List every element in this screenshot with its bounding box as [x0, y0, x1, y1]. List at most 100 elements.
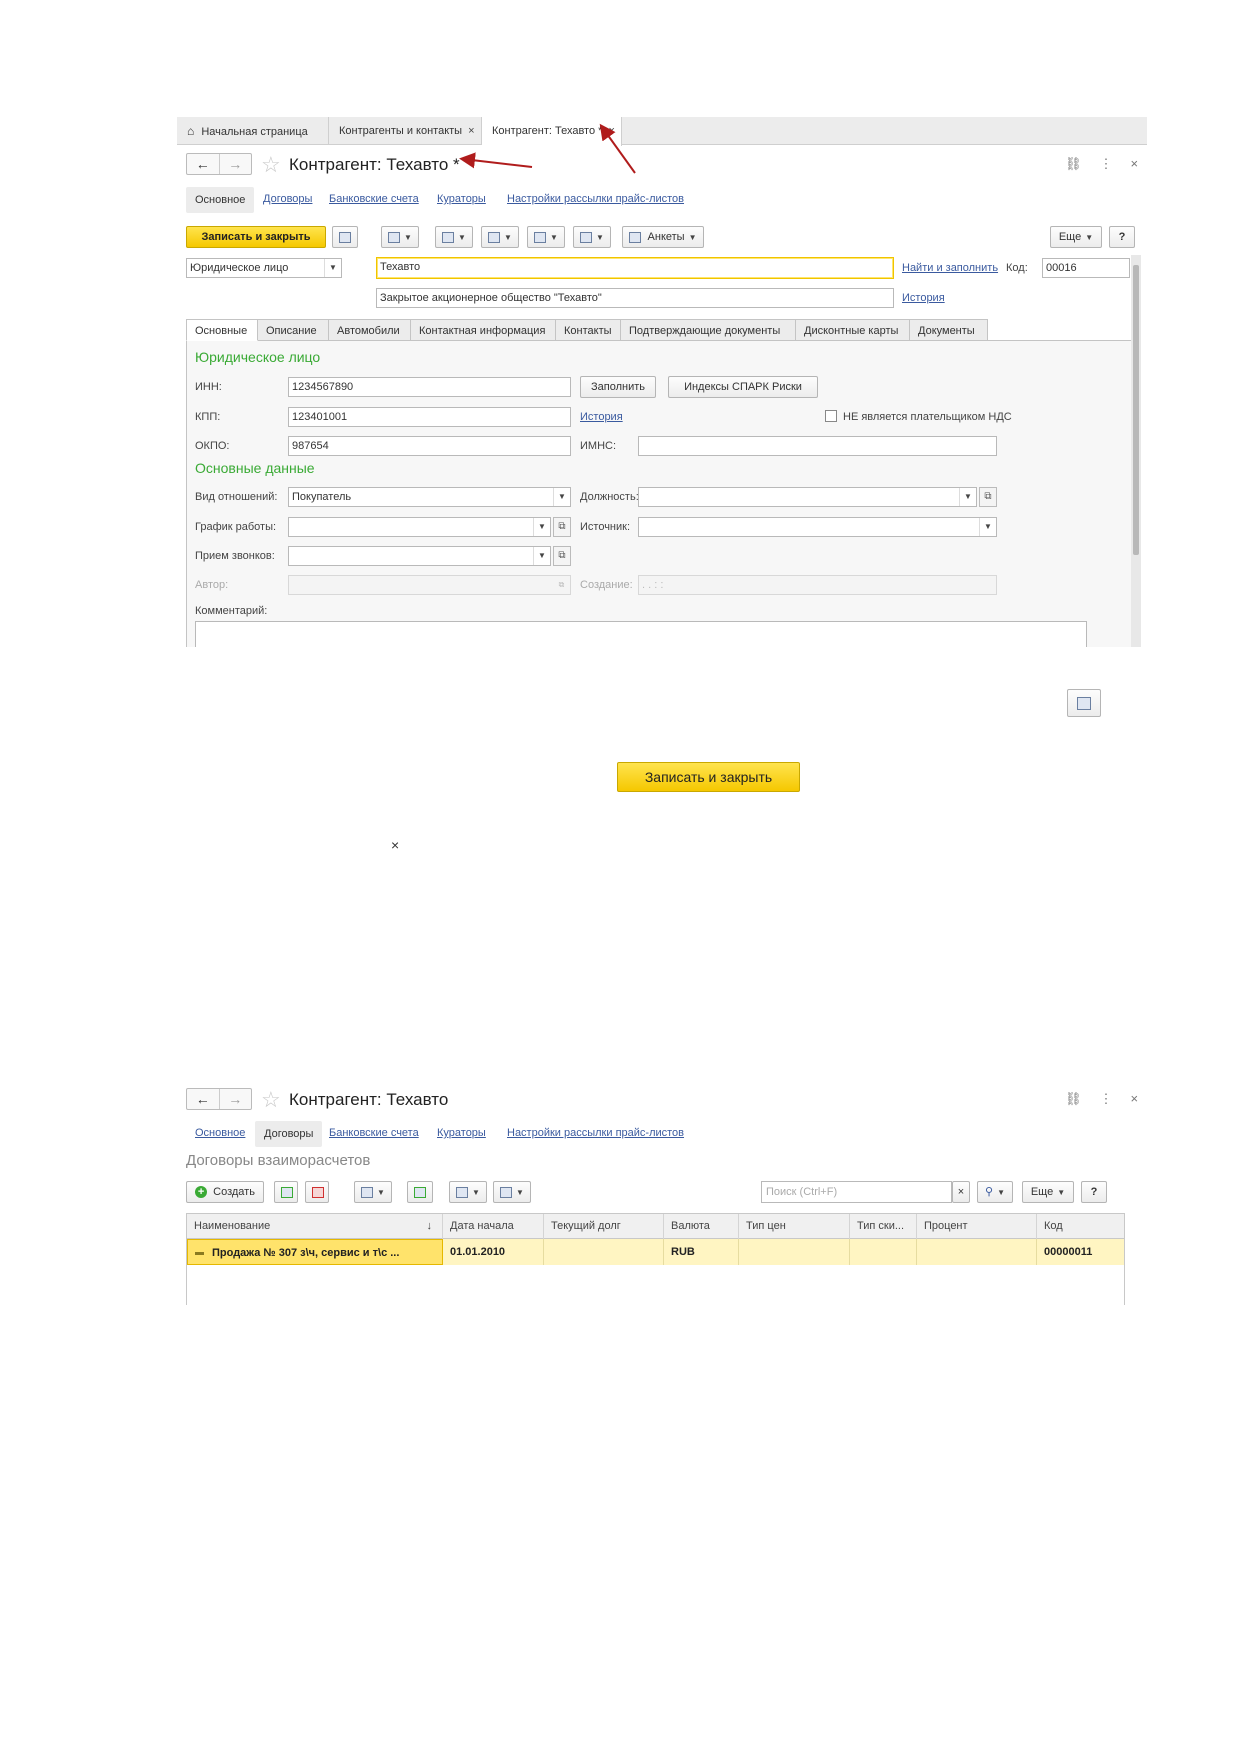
- schedule-select[interactable]: ▼: [288, 517, 551, 537]
- column-header-currency[interactable]: Валюта: [664, 1214, 739, 1239]
- section-tab-main[interactable]: Основное: [195, 1127, 245, 1139]
- code-label: Код:: [1006, 262, 1028, 274]
- tab-cars[interactable]: Автомобили: [329, 319, 411, 341]
- related-documents-button[interactable]: ▼: [493, 1181, 531, 1203]
- tab-documents[interactable]: Документы: [910, 319, 988, 341]
- nav-buttons: ← →: [186, 1088, 252, 1110]
- okpo-label: ОКПО:: [195, 440, 230, 452]
- save-button-large[interactable]: [1067, 689, 1101, 717]
- close-icon[interactable]: ×: [391, 837, 399, 853]
- fill-button[interactable]: Заполнить: [580, 376, 656, 398]
- forward-arrow-icon[interactable]: →: [218, 1089, 252, 1109]
- kpp-input[interactable]: 123401001: [288, 407, 571, 427]
- plus-circle-icon: +: [195, 1186, 208, 1199]
- section-tab-contracts[interactable]: Договоры: [255, 1121, 323, 1147]
- open-icon[interactable]: ⧉: [553, 546, 571, 566]
- reports-button[interactable]: ▼: [449, 1181, 487, 1203]
- list-title: Договоры взаиморасчетов: [186, 1152, 371, 1169]
- position-select[interactable]: ▼: [638, 487, 977, 507]
- cell-start-date: 01.01.2010: [443, 1239, 544, 1265]
- comment-label: Комментарий:: [195, 605, 268, 617]
- column-header-code[interactable]: Код: [1037, 1214, 1125, 1239]
- delete-mark-button[interactable]: [305, 1181, 329, 1203]
- more-icon[interactable]: ⋮: [1100, 1091, 1113, 1106]
- help-button[interactable]: ?: [1081, 1181, 1107, 1203]
- open-icon[interactable]: ⧉: [979, 487, 997, 507]
- code-input[interactable]: 00016: [1042, 258, 1130, 278]
- contract-item-icon: [195, 1251, 204, 1255]
- tab-contacts[interactable]: Контакты: [556, 319, 621, 341]
- counterparty-form-window: ⌂ Начальная страница Контрагенты и конта…: [177, 117, 1147, 647]
- open-icon[interactable]: ⧉: [553, 517, 571, 537]
- set-main-button[interactable]: [407, 1181, 433, 1203]
- section-tab-curators[interactable]: Кураторы: [437, 1127, 486, 1139]
- chevron-down-icon: ▼: [959, 488, 976, 506]
- name-input[interactable]: Техавто: [376, 257, 894, 279]
- tab-description[interactable]: Описание: [258, 319, 329, 341]
- column-header-discount-type[interactable]: Тип ски...: [850, 1214, 917, 1239]
- column-header-name[interactable]: Наименование ↓: [187, 1214, 443, 1239]
- calls-select[interactable]: ▼: [288, 546, 551, 566]
- vat-exempt-checkbox[interactable]: [825, 410, 837, 422]
- contracts-table-header: Наименование ↓ Дата начала Текущий долг …: [186, 1213, 1125, 1239]
- counterparty-contracts-window: ← → ☆ Контрагент: Техавто ⛓ ⋮ × Основное Д…: [177, 1082, 1147, 1312]
- calls-label: Прием звонков:: [195, 550, 275, 562]
- floppy-disk-icon: [1077, 696, 1091, 710]
- link-icon[interactable]: ⛓: [1065, 1091, 1082, 1106]
- tab-contact-info[interactable]: Контактная информация: [411, 319, 556, 341]
- tab-discount-cards[interactable]: Дисконтные карты: [796, 319, 910, 341]
- schedule-label: График работы:: [195, 521, 277, 533]
- form-title: Контрагент: Техавто: [289, 1090, 449, 1109]
- search-input[interactable]: Поиск (Ctrl+F): [761, 1181, 952, 1203]
- scroll-thumb[interactable]: [1133, 265, 1139, 555]
- column-header-percent[interactable]: Процент: [917, 1214, 1037, 1239]
- kpp-history-link[interactable]: История: [580, 411, 623, 423]
- create-button[interactable]: + Создать: [186, 1181, 264, 1203]
- vertical-scrollbar[interactable]: [1131, 255, 1141, 647]
- imns-input[interactable]: [638, 436, 997, 456]
- tab-basic[interactable]: Основные: [186, 319, 258, 341]
- table-row[interactable]: Продажа № 307 з\ч, сервис и т\с ... 01.0…: [186, 1239, 1125, 1265]
- chevron-down-icon: ▼: [979, 518, 996, 536]
- cell-name-value: Продажа № 307 з\ч, сервис и т\с ...: [212, 1247, 400, 1259]
- author-label: Автор:: [195, 579, 229, 591]
- full-name-input[interactable]: Закрытое акционерное общество "Техавто": [376, 288, 894, 308]
- column-header-label: Наименование: [194, 1220, 271, 1232]
- inn-label: ИНН:: [195, 381, 222, 393]
- legal-type-select[interactable]: Юридическое лицо ▼: [186, 258, 342, 278]
- spark-risks-button[interactable]: Индексы СПАРК Риски: [668, 376, 818, 398]
- cell-code: 00000011: [1044, 1246, 1093, 1258]
- chevron-down-icon: ▼: [533, 518, 550, 536]
- source-label: Источник:: [580, 521, 631, 533]
- inner-tabs-bar: Основные Описание Автомобили Контактная …: [186, 319, 1139, 341]
- annotation-arrows: [459, 123, 636, 174]
- okpo-input[interactable]: 987654: [288, 436, 571, 456]
- inn-input[interactable]: 1234567890: [288, 377, 571, 397]
- comment-textarea[interactable]: [195, 621, 1087, 647]
- print-button[interactable]: ▼: [354, 1181, 392, 1203]
- full-name-history-link[interactable]: История: [902, 292, 945, 304]
- cell-discount-type: [850, 1239, 917, 1265]
- checkmark-icon: [414, 1186, 426, 1198]
- column-header-start-date[interactable]: Дата начала: [443, 1214, 544, 1239]
- favorite-star-icon[interactable]: ☆: [261, 1089, 281, 1111]
- column-header-current-debt[interactable]: Текущий долг: [544, 1214, 664, 1239]
- search-button[interactable]: ⚲ ▼: [977, 1181, 1013, 1203]
- close-icon[interactable]: ×: [1131, 1091, 1139, 1106]
- legal-type-value: Юридическое лицо: [190, 262, 289, 274]
- section-tab-price-mailing[interactable]: Настройки рассылки прайс-листов: [507, 1127, 684, 1139]
- cell-name[interactable]: Продажа № 307 з\ч, сервис и т\с ...: [187, 1239, 443, 1265]
- source-select[interactable]: ▼: [638, 517, 997, 537]
- copy-button[interactable]: [274, 1181, 298, 1203]
- legal-entity-heading: Юридическое лицо: [195, 349, 321, 365]
- relation-select[interactable]: Покупатель ▼: [288, 487, 571, 507]
- save-and-close-button-large[interactable]: Записать и закрыть: [617, 762, 800, 792]
- search-clear-button[interactable]: ×: [952, 1181, 970, 1203]
- column-header-price-type[interactable]: Тип цен: [739, 1214, 850, 1239]
- back-arrow-icon[interactable]: ←: [187, 1089, 219, 1109]
- tab-confirming-docs[interactable]: Подтверждающие документы: [621, 319, 796, 341]
- section-tab-bank-accounts[interactable]: Банковские счета: [329, 1127, 419, 1139]
- more-button[interactable]: Еще ▼: [1022, 1181, 1074, 1203]
- find-and-fill-link[interactable]: Найти и заполнить: [902, 262, 998, 274]
- main-data-heading: Основные данные: [195, 460, 315, 476]
